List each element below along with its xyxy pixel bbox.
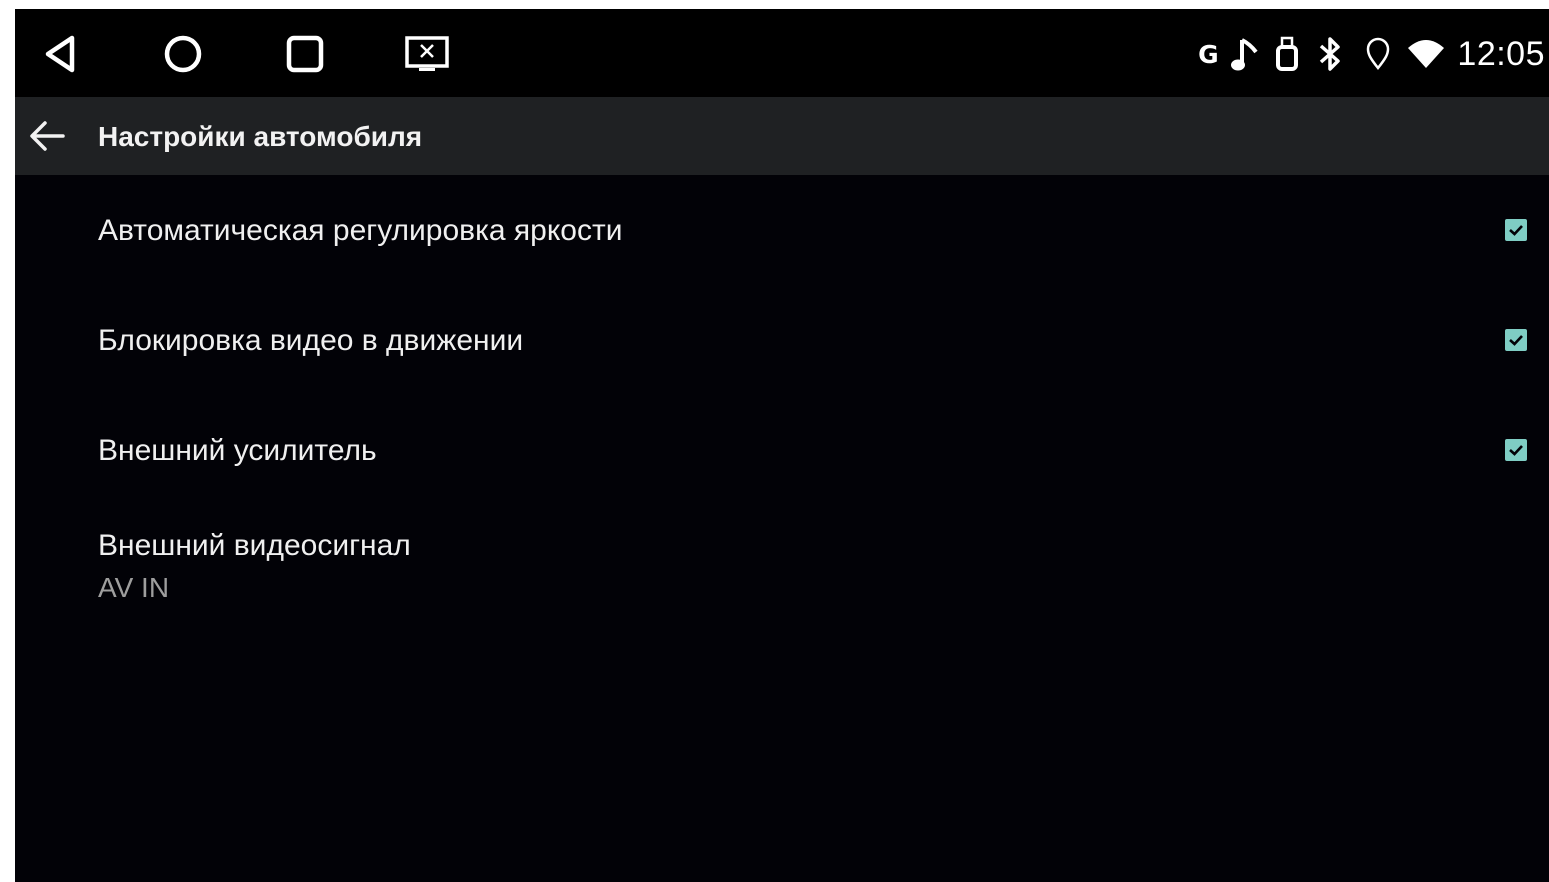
setting-auto-brightness[interactable]: Автоматическая регулировка яркости	[15, 175, 1549, 285]
circle-home-icon[interactable]	[158, 29, 208, 79]
page-title: Настройки автомобиля	[98, 121, 423, 152]
status-bar: G 12:05	[15, 9, 1549, 97]
wifi-icon	[1403, 31, 1449, 77]
setting-title: Внешний усилитель	[98, 434, 377, 467]
location-icon	[1353, 31, 1403, 77]
setting-title: Внешний видеосигнал	[98, 529, 411, 562]
setting-title: Автоматическая регулировка яркости	[98, 214, 623, 247]
clock: 12:05	[1457, 34, 1545, 73]
setting-summary: AV IN	[98, 572, 170, 603]
arrow-left-icon[interactable]	[27, 116, 67, 156]
setting-title: Блокировка видео в движении	[98, 324, 524, 357]
g-icon: G	[1198, 39, 1219, 69]
video-block-checkbox[interactable]	[1505, 329, 1527, 351]
close-screen-icon[interactable]	[402, 29, 452, 79]
usb-icon	[1267, 31, 1307, 77]
status-indicators: G 12:05	[1193, 31, 1545, 77]
setting-external-video-signal[interactable]: Внешний видеосигнал AV IN	[15, 505, 1549, 625]
settings-list: Автоматическая регулировка яркости Блоки…	[15, 175, 1549, 625]
setting-video-block-driving[interactable]: Блокировка видео в движении	[15, 285, 1549, 395]
bluetooth-icon	[1307, 31, 1353, 77]
setting-external-amplifier[interactable]: Внешний усилитель	[15, 395, 1549, 505]
app-bar: Настройки автомобиля	[15, 97, 1549, 175]
music-note-icon	[1223, 31, 1267, 77]
auto-brightness-checkbox[interactable]	[1505, 219, 1527, 241]
external-amplifier-checkbox[interactable]	[1505, 439, 1527, 461]
device-screen: G 12:05 Настройки автомобиля Автоматичес…	[15, 9, 1549, 882]
triangle-back-icon[interactable]	[35, 29, 85, 79]
square-recents-icon[interactable]	[280, 29, 330, 79]
